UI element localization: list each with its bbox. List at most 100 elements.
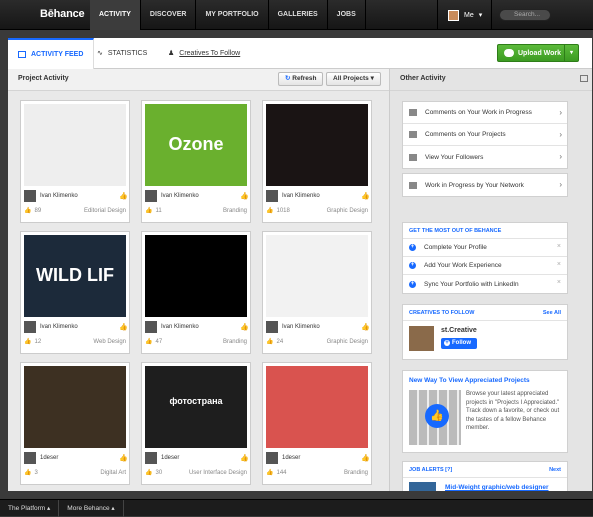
appreciation-count: 11 [155,207,162,214]
avatar[interactable] [145,452,157,464]
appreciate-icon[interactable]: 👍 [240,192,249,200]
link-label: Comments on Your Projects [425,131,506,138]
creative-field[interactable]: Branding [344,470,368,476]
box-title: GET THE MOST OUT OF BEHANCE [403,223,567,239]
creative-field[interactable]: User Interface Design [189,470,247,476]
avatar[interactable] [266,452,278,464]
project-thumbnail[interactable]: Ozone [145,104,247,186]
creative-field[interactable]: Branding [223,339,247,345]
appreciate-icon[interactable]: 👍 [119,192,128,200]
project-card[interactable]: Ivan Klimenko 👍 👍 24 Graphic Design [262,231,372,354]
avatar[interactable] [145,321,157,333]
project-meta: Ivan Klimenko 👍 [24,320,128,334]
nav-my-portfolio[interactable]: MY PORTFOLIO [196,0,269,30]
project-thumbnail[interactable]: фотострана [145,366,247,448]
link-wip-comments[interactable]: Comments on Your Work in Progress › [403,102,567,124]
appreciate-icon[interactable]: 👍 [361,454,370,462]
link-project-comments[interactable]: Comments on Your Projects › [403,124,567,146]
next-link[interactable]: Next [549,462,561,478]
owner-name[interactable]: Ivan Klimenko [161,324,199,330]
complete-profile-item[interactable]: + Complete Your Profile × [403,239,567,257]
see-all-link[interactable]: See All [543,305,561,321]
nav-activity[interactable]: ACTIVITY [90,0,141,30]
all-projects-dropdown[interactable]: All Projects ▾ [326,72,381,86]
avatar[interactable] [266,321,278,333]
project-thumbnail[interactable] [145,235,247,317]
appreciate-icon[interactable]: 👍 [240,454,249,462]
owner-name[interactable]: 1deser [282,455,300,461]
owner-name[interactable]: Ivan Klimenko [161,193,199,199]
footer-the-platform[interactable]: The Platform ▴ [0,499,60,517]
upload-dropdown-button[interactable]: ▾ [564,45,578,61]
project-thumbnail[interactable] [24,366,126,448]
owner-name[interactable]: Ivan Klimenko [282,324,320,330]
job-link[interactable]: Mid-Weight graphic/web designer [445,484,549,491]
appreciated-title[interactable]: New Way To View Appreciated Projects [409,377,530,384]
owner-name[interactable]: Ivan Klimenko [282,193,320,199]
avatar[interactable] [24,190,36,202]
creative-field[interactable]: Web Design [93,339,126,345]
close-icon[interactable]: × [557,261,561,268]
close-icon[interactable]: × [557,279,561,286]
tab-creatives-to-follow[interactable]: ♟ Creatives To Follow [168,38,240,69]
project-card[interactable]: Ozone Ivan Klimenko 👍 👍 11 Branding [141,100,251,223]
owner-name[interactable]: 1deser [40,455,58,461]
project-card[interactable]: 1deser 👍 👍 3 Digital Art [20,362,130,485]
creative-field[interactable]: Digital Art [100,470,126,476]
project-thumbnail[interactable]: WILD LIF [24,235,126,317]
link-network-wip[interactable]: Work in Progress by Your Network › [403,174,567,196]
nav-jobs[interactable]: JOBS [328,0,366,30]
collapse-panel-icon[interactable] [580,75,588,82]
appreciate-icon[interactable]: 👍 [119,323,128,331]
nav-galleries[interactable]: GALLERIES [269,0,328,30]
project-thumbnail[interactable] [266,366,368,448]
project-card[interactable]: 1deser 👍 👍 144 Branding [262,362,372,485]
project-thumbnail[interactable] [266,104,368,186]
appreciate-icon[interactable]: 👍 [361,192,370,200]
avatar [448,9,459,21]
project-card[interactable]: Ivan Klimenko 👍 👍 89 Editorial Design [20,100,130,223]
avatar[interactable] [24,321,36,333]
comments-icon [409,131,417,138]
project-thumbnail[interactable] [24,104,126,186]
project-thumbnail[interactable] [266,235,368,317]
close-icon[interactable]: × [557,243,561,250]
project-card[interactable]: фотострана 1deser 👍 👍 30 User Interface Desig… [141,362,251,485]
creative-field[interactable]: Graphic Design [327,208,368,214]
avatar[interactable] [266,190,278,202]
tab-activity-feed[interactable]: ACTIVITY FEED [8,38,95,69]
owner-name[interactable]: Ivan Klimenko [40,324,78,330]
refresh-button[interactable]: ↻ Refresh [278,72,324,86]
creative-field[interactable]: Graphic Design [327,339,368,345]
search-input[interactable]: Search... [499,9,551,21]
upload-work-button[interactable]: Upload Work ▾ [497,44,579,62]
footer-more-behance[interactable]: More Behance ▴ [59,499,124,517]
behance-logo[interactable]: Bēhance [40,8,85,20]
appreciation-count: 30 [155,469,163,476]
follow-button[interactable]: + Follow [441,338,477,349]
appreciate-icon[interactable]: 👍 [240,323,249,331]
thumbs-up-icon: 👍 [266,208,274,214]
owner-name[interactable]: 1deser [161,455,179,461]
tab-statistics[interactable]: ∿ STATISTICS [97,38,147,69]
creative-field[interactable]: Branding [223,208,247,214]
avatar[interactable] [409,326,434,351]
thumbs-up-icon: 👍 [145,339,153,345]
project-card[interactable]: WILD LIF Ivan Klimenko 👍 👍 12 Web Design [20,231,130,354]
work-experience-item[interactable]: + Add Your Work Experience × [403,257,567,275]
project-card[interactable]: Ivan Klimenko 👍 👍 1018 Graphic Design [262,100,372,223]
project-card[interactable]: Ivan Klimenko 👍 👍 47 Branding [141,231,251,354]
link-followers[interactable]: View Your Followers › [403,146,567,168]
appreciate-icon[interactable]: 👍 [361,323,370,331]
appreciate-icon[interactable]: 👍 [119,454,128,462]
avatar[interactable] [145,190,157,202]
top-bar: Bēhance ACTIVITY DISCOVER MY PORTFOLIO G… [0,0,593,30]
avatar[interactable] [24,452,36,464]
nav-discover[interactable]: DISCOVER [141,0,197,30]
thumbs-up-icon: 👍 [24,208,32,214]
sync-linkedin-item[interactable]: + Sync Your Portfolio with LinkedIn × [403,275,567,293]
owner-name[interactable]: Ivan Klimenko [40,193,78,199]
creative-field[interactable]: Editorial Design [84,208,126,214]
user-menu[interactable]: Me ▾ [437,0,492,30]
creative-name[interactable]: st.Creative [441,327,477,334]
